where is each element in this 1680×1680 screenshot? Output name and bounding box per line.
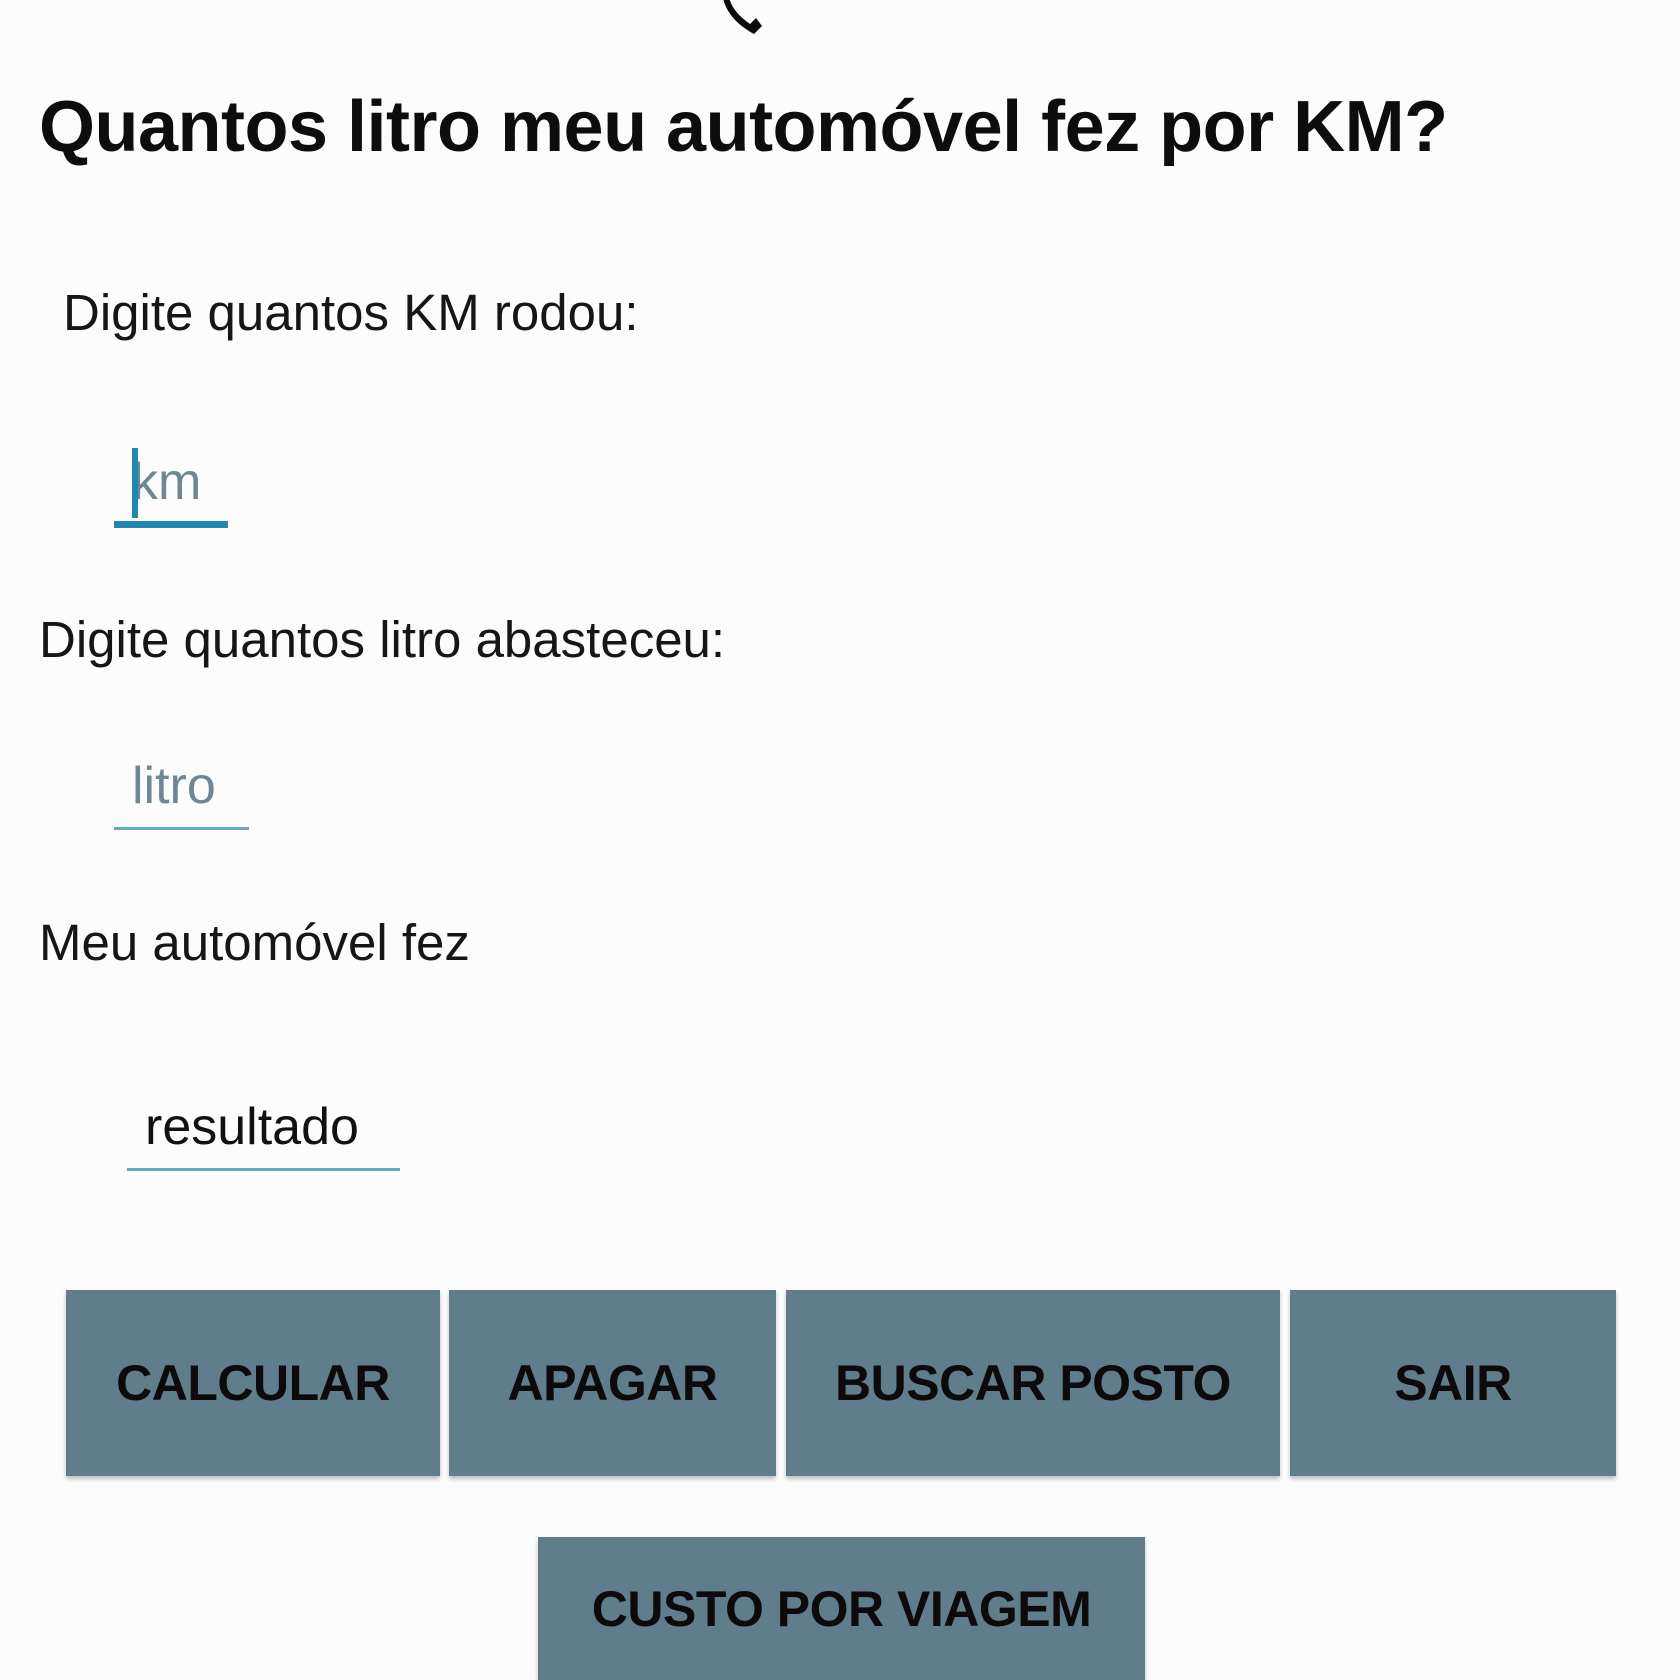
page-title: Quantos litro meu automóvel fez por KM? — [39, 87, 1448, 167]
apagar-button[interactable]: APAGAR — [449, 1290, 776, 1476]
text-cursor — [132, 448, 138, 518]
sair-button[interactable]: SAIR — [1290, 1290, 1616, 1476]
buscar-posto-button[interactable]: BUSCAR POSTO — [786, 1290, 1280, 1476]
app-screen: Quantos litro meu automóvel fez por KM? … — [0, 0, 1680, 1680]
partial-phone-icon — [723, 0, 762, 34]
litro-input[interactable] — [114, 744, 249, 830]
result-field[interactable] — [127, 1085, 400, 1171]
calcular-button[interactable]: CALCULAR — [66, 1290, 440, 1476]
litro-label: Digite quantos litro abasteceu: — [39, 611, 726, 668]
custo-por-viagem-button[interactable]: CUSTO POR VIAGEM — [538, 1537, 1145, 1680]
result-label: Meu automóvel fez — [39, 914, 470, 971]
km-label: Digite quantos KM rodou: — [63, 284, 639, 341]
